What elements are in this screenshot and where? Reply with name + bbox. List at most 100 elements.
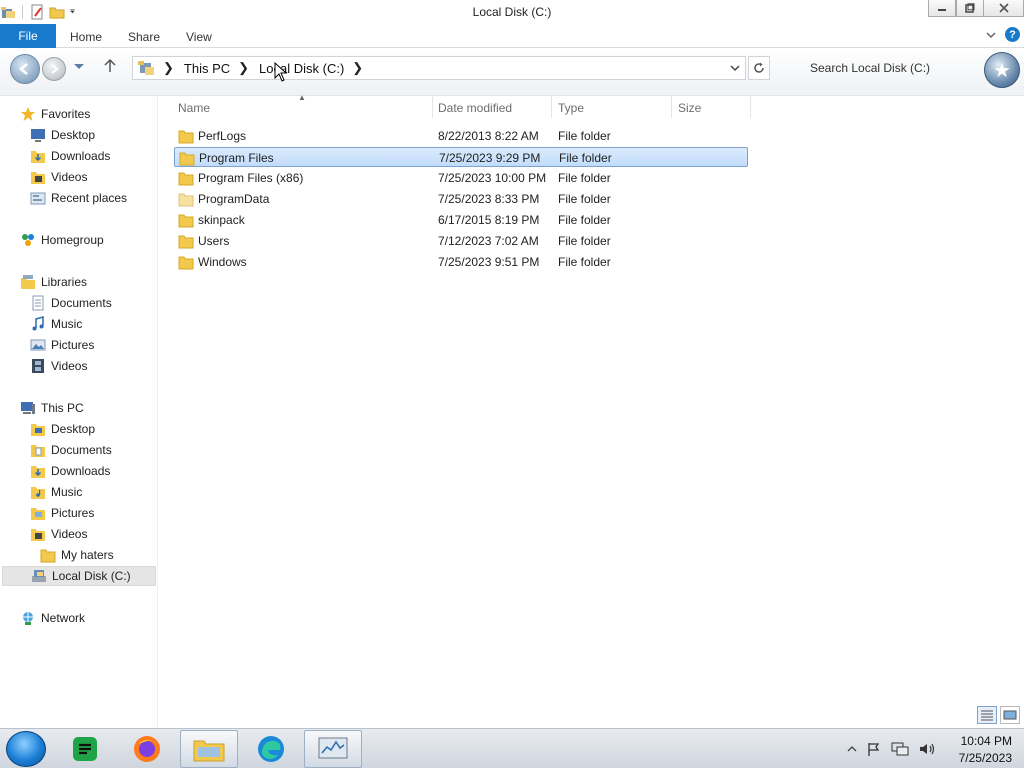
skin-orb-star-icon[interactable]: ★ [984, 52, 1020, 88]
recent-places-icon [30, 192, 46, 205]
sidebar-item-favorites-downloads[interactable]: Downloads [30, 146, 110, 166]
sidebar-item-this-pc[interactable]: This PC [20, 398, 84, 418]
taskbar-task-manager-app[interactable] [304, 730, 362, 768]
column-header-name[interactable]: Name [178, 101, 210, 115]
details-view-icon [981, 710, 993, 721]
file-name: PerfLogs [198, 129, 247, 143]
window-controls [928, 0, 1024, 18]
action-center-flag-icon[interactable] [866, 741, 882, 757]
tab-view[interactable]: View [186, 30, 212, 44]
sidebar-item-label: Homegroup [41, 233, 104, 247]
window-title: Local Disk (C:) [472, 5, 552, 19]
breadcrumb-local-disk[interactable]: Local Disk (C:) [259, 61, 344, 76]
sidebar-item-libraries-music[interactable]: Music [30, 314, 82, 334]
sidebar-item-pc-music[interactable]: Music [30, 482, 82, 502]
sidebar-item-label: Network [41, 611, 86, 625]
column-header-size[interactable]: Size [678, 101, 701, 115]
up-button[interactable] [103, 58, 117, 79]
details-view-button[interactable] [977, 706, 997, 724]
sidebar-item-libraries-pictures[interactable]: Pictures [30, 335, 94, 355]
sidebar-item-pc-videos[interactable]: Videos [30, 524, 87, 544]
sidebar-item-favorites-videos[interactable]: Videos [30, 167, 87, 187]
sidebar-item-local-disk[interactable]: Local Disk (C:) [2, 566, 156, 586]
search-input[interactable]: Search Local Disk (C:) [772, 56, 980, 80]
forward-button[interactable] [42, 57, 66, 81]
clock-time: 10:04 PM [960, 734, 1012, 748]
column-header-date-modified[interactable]: Date modified [438, 101, 512, 115]
help-icon[interactable]: ? [1005, 27, 1020, 42]
file-date: 7/12/2023 7:02 AM [438, 234, 539, 248]
taskbar: 10:04 PM 7/25/2023 [0, 728, 1024, 768]
documents-folder-icon [31, 445, 45, 457]
sidebar-item-libraries-videos[interactable]: Videos [30, 356, 87, 376]
sidebar-item-favorites-desktop[interactable]: Desktop [30, 125, 95, 145]
music-note-icon [32, 316, 44, 331]
sidebar-item-pc-pictures[interactable]: Pictures [30, 503, 94, 523]
table-row-selected[interactable]: Program Files 7/25/2023 9:29 PM File fol… [174, 147, 748, 167]
breadcrumb-separator-icon[interactable]: ❯ [238, 60, 249, 76]
file-name: Program Files (x86) [198, 171, 304, 185]
table-row[interactable]: Users 7/12/2023 7:02 AM File folder [174, 231, 748, 251]
file-date: 7/25/2023 9:29 PM [439, 151, 541, 165]
folder-icon [179, 152, 195, 166]
expand-ribbon-chevron-icon[interactable] [985, 30, 997, 40]
column-divider[interactable] [750, 96, 751, 118]
recent-locations-dropdown-icon[interactable] [73, 63, 85, 71]
column-divider[interactable] [671, 96, 672, 118]
tab-file[interactable]: File [0, 24, 56, 48]
table-row[interactable]: ProgramData 7/25/2023 8:33 PM File folde… [174, 189, 748, 209]
computer-icon [21, 402, 35, 414]
refresh-button[interactable] [748, 56, 770, 80]
sidebar-item-libraries[interactable]: Libraries [20, 272, 87, 292]
breadcrumb-this-pc[interactable]: This PC [184, 61, 230, 76]
large-icons-view-button[interactable] [1000, 706, 1020, 724]
sidebar-item-label: My haters [61, 548, 114, 562]
column-divider[interactable] [432, 96, 433, 118]
volume-speaker-icon[interactable] [918, 741, 936, 757]
table-row[interactable]: Program Files (x86) 7/25/2023 10:00 PM F… [174, 168, 748, 188]
taskbar-edge-app[interactable] [242, 730, 300, 768]
ribbon-tabs: File Home Share View ? [0, 24, 1024, 48]
sidebar-item-my-haters[interactable]: My haters [40, 545, 114, 565]
taskbar-sheets-app[interactable] [56, 730, 114, 768]
column-divider[interactable] [551, 96, 552, 118]
minimize-button[interactable] [928, 0, 956, 17]
minimize-icon [938, 9, 946, 11]
start-orb-icon[interactable] [6, 731, 46, 767]
taskbar-firefox-app[interactable] [118, 730, 176, 768]
sidebar-item-pc-desktop[interactable]: Desktop [30, 419, 95, 439]
sidebar-item-pc-documents[interactable]: Documents [30, 440, 112, 460]
star-icon [21, 107, 35, 121]
sidebar-item-network[interactable]: Network [20, 608, 85, 628]
tab-share[interactable]: Share [128, 30, 160, 44]
taskbar-file-explorer-app[interactable] [180, 730, 238, 768]
sidebar-item-homegroup[interactable]: Homegroup [20, 230, 104, 250]
restore-button[interactable] [956, 0, 984, 17]
table-row[interactable]: skinpack 6/17/2015 8:19 PM File folder [174, 210, 748, 230]
table-row[interactable]: PerfLogs 8/22/2013 8:22 AM File folder [174, 126, 748, 146]
sidebar-item-favorites[interactable]: Favorites [20, 104, 90, 124]
sidebar-item-label: Music [51, 485, 83, 499]
sidebar-item-pc-downloads[interactable]: Downloads [30, 461, 110, 481]
file-type: File folder [558, 255, 611, 269]
videos-folder-icon [31, 529, 45, 541]
file-date: 6/17/2015 8:19 PM [438, 213, 540, 227]
table-row[interactable]: Windows 7/25/2023 9:51 PM File folder [174, 252, 748, 272]
breadcrumb-separator-icon[interactable]: ❯ [352, 60, 363, 76]
address-history-dropdown-icon[interactable] [729, 61, 741, 75]
clock[interactable]: 10:04 PM 7/25/2023 [959, 733, 1012, 767]
back-button[interactable] [10, 54, 40, 84]
sidebar-item-recent-places[interactable]: Recent places [30, 188, 127, 208]
sidebar-item-libraries-documents[interactable]: Documents [30, 293, 112, 313]
show-hidden-icons-chevron-icon[interactable] [847, 745, 857, 753]
column-header-type[interactable]: Type [558, 101, 584, 115]
sidebar-item-label: Videos [51, 527, 88, 541]
breadcrumb-separator-icon[interactable]: ❯ [163, 60, 174, 76]
close-button[interactable] [984, 0, 1024, 17]
desktop-folder-icon [31, 424, 45, 436]
network-status-icon[interactable] [891, 741, 909, 757]
address-bar[interactable]: ❯ This PC ❯ Local Disk (C:) ❯ [132, 56, 746, 80]
folder-icon [40, 549, 56, 563]
tab-home[interactable]: Home [70, 30, 102, 44]
file-name: ProgramData [198, 192, 270, 206]
